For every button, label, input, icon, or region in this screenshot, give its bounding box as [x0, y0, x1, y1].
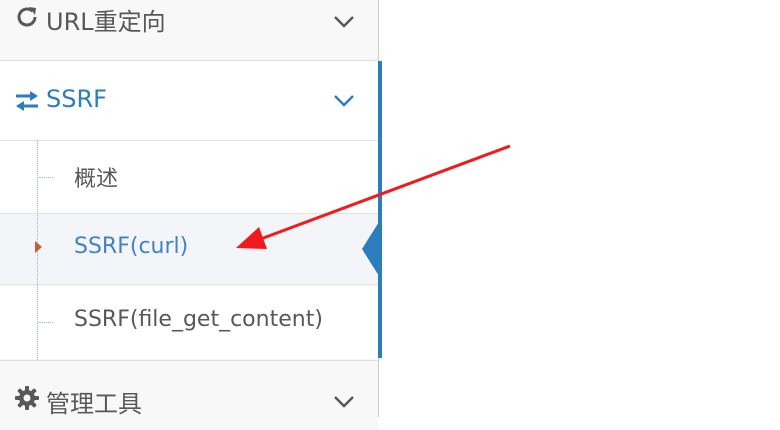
sidebar-item-ssrf[interactable]: SSRF — [0, 61, 378, 141]
chevron-down-icon[interactable] — [332, 394, 356, 410]
submenu-item-overview[interactable]: 概述 — [0, 141, 378, 213]
exchange-arrows-icon — [16, 91, 38, 111]
submenu-item-label: 概述 — [74, 167, 119, 192]
chevron-down-icon[interactable] — [332, 14, 356, 30]
caret-right-icon — [35, 241, 42, 253]
gear-icon — [15, 386, 39, 410]
submenu-item-ssrf-file-get-content[interactable]: SSRF(file_get_content) — [0, 287, 378, 359]
active-indicator-notch — [362, 222, 379, 276]
submenu-tree-dash — [39, 322, 53, 323]
refresh-icon — [17, 7, 37, 27]
submenu-item-label: SSRF(file_get_content) — [74, 307, 323, 332]
sidebar-item-label: SSRF — [46, 85, 107, 113]
sidebar-item-url-redirect[interactable]: URL重定向 — [0, 0, 378, 61]
chevron-down-icon[interactable] — [332, 93, 356, 109]
sidebar-item-admin-tools[interactable]: 管理工具 — [0, 360, 378, 430]
submenu-item-ssrf-curl[interactable]: SSRF(curl) — [0, 213, 378, 285]
sidebar: URL重定向 SSRF 概述 SSRF(curl) SSRF(file_get_… — [0, 0, 379, 430]
sidebar-item-label: URL重定向 — [46, 8, 166, 36]
submenu-tree-dash — [39, 177, 53, 178]
submenu-item-label: SSRF(curl) — [74, 234, 189, 259]
sidebar-item-label: 管理工具 — [46, 390, 142, 418]
active-indicator-bar — [378, 61, 382, 358]
